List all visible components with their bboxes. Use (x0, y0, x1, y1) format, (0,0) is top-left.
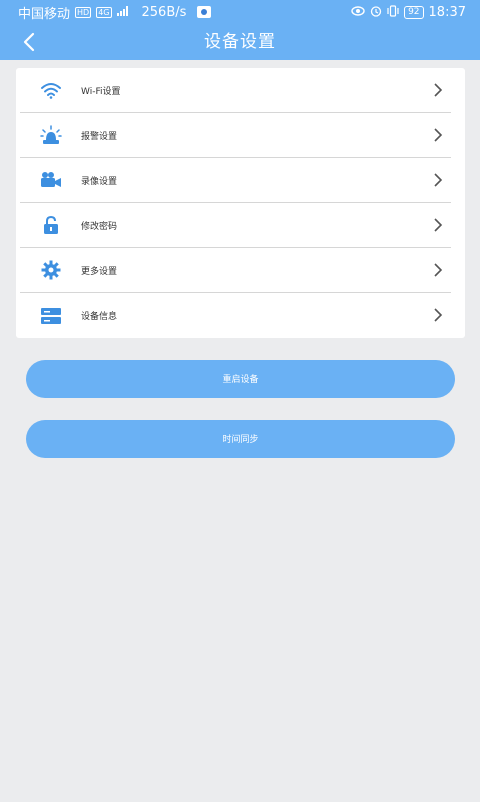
signal-icon (116, 5, 129, 20)
menu-item-label: 录像设置 (81, 176, 118, 187)
clock-time: 18:37 (428, 4, 466, 20)
menu-item-alarm[interactable]: 报警设置 (20, 113, 451, 158)
server-icon (40, 305, 62, 327)
menu-item-label: 更多设置 (81, 266, 118, 277)
menu-item-recording[interactable]: 录像设置 (20, 158, 451, 203)
hd-badge: HD (75, 6, 92, 18)
chevron-left-icon (23, 32, 35, 52)
menu-item-wifi[interactable]: Wi-Fi设置 (20, 68, 451, 113)
network-type-badge: 4G (96, 6, 112, 18)
menu-item-label: 报警设置 (81, 131, 118, 142)
battery-indicator: 92 (404, 5, 424, 19)
menu-item-more-settings[interactable]: 更多设置 (20, 248, 451, 293)
carrier-name: 中国移动 (18, 6, 71, 22)
alarm-light-icon (40, 124, 62, 146)
menu-item-label: Wi-Fi设置 (81, 86, 121, 97)
page-title: 设备设置 (204, 32, 276, 52)
chevron-right-icon (434, 218, 443, 232)
menu-item-label: 设备信息 (81, 312, 118, 322)
status-bar-left: 中国移动 HD 4G 256B/s (18, 3, 212, 22)
chevron-right-icon (434, 83, 443, 97)
eye-icon (351, 5, 365, 19)
security-app-icon (197, 6, 212, 18)
gear-icon (40, 259, 62, 281)
video-camera-icon (40, 169, 62, 191)
menu-item-change-password[interactable]: 修改密码 (20, 203, 451, 248)
menu-item-label: 修改密码 (81, 221, 118, 232)
vibrate-icon (387, 4, 399, 20)
status-bar: 中国移动 HD 4G 256B/s 92 18:37 (0, 0, 480, 24)
network-speed: 256B/s (141, 4, 187, 20)
back-button[interactable] (18, 30, 42, 54)
lock-icon (40, 214, 62, 236)
status-bar-right: 92 18:37 (351, 5, 466, 20)
chevron-right-icon (434, 263, 443, 277)
time-sync-button[interactable]: 时间同步 (26, 420, 455, 458)
wifi-icon (40, 79, 62, 101)
chevron-right-icon (434, 128, 443, 142)
menu-item-device-info[interactable]: 设备信息 (20, 293, 451, 338)
restart-device-button[interactable]: 重启设备 (26, 360, 455, 398)
settings-menu: Wi-Fi设置 报警设置 录像设置 修改密码 更多设置 设备信息 (16, 68, 465, 338)
chevron-right-icon (434, 173, 443, 187)
header-bar: 设备设置 (0, 24, 480, 60)
alarm-clock-icon (370, 5, 382, 20)
chevron-right-icon (434, 308, 443, 322)
